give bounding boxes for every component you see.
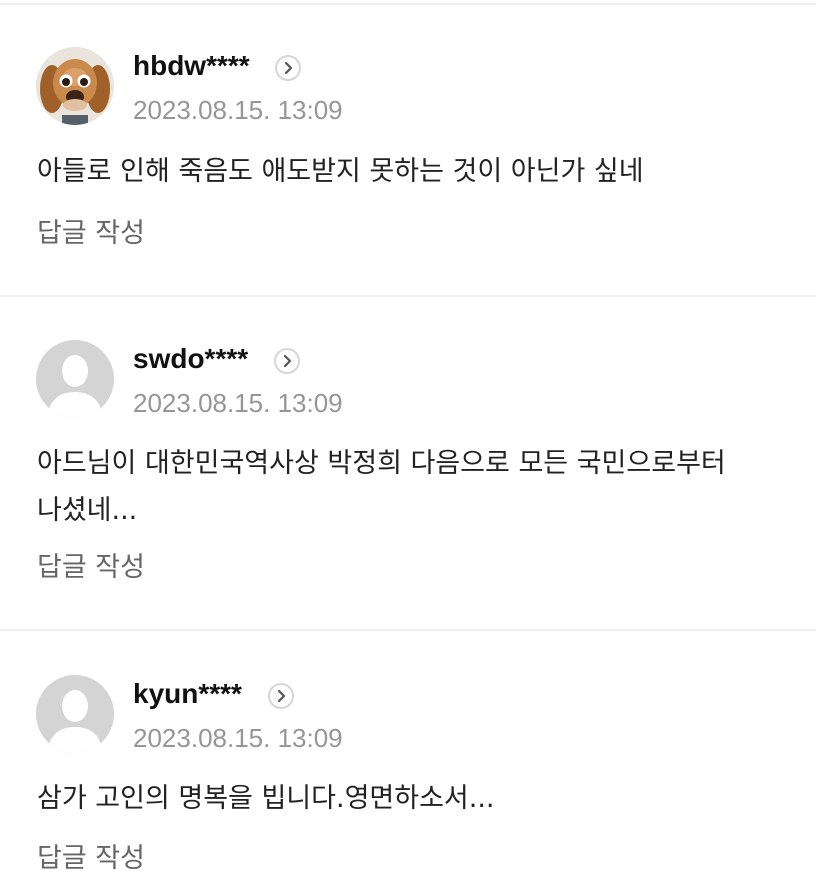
divider: [0, 629, 816, 631]
user-silhouette-icon: [36, 675, 114, 753]
comment-item: swdo**** 2023.08.15. 13:09 아드님이 대한민국역사상 …: [0, 340, 816, 610]
default-avatar[interactable]: [36, 675, 114, 753]
user-silhouette-icon: [36, 340, 114, 418]
chevron-right-icon: [283, 354, 292, 368]
username[interactable]: kyun****: [133, 677, 242, 711]
divider: [0, 295, 816, 297]
reply-button[interactable]: 답글 작성: [37, 551, 145, 585]
username[interactable]: swdo****: [133, 342, 248, 376]
comment-text: 삼가 고인의 명복을 빕니다.영면하소서...: [37, 783, 495, 814]
comment-item: hbdw**** 2023.08.15. 13:09 아들로 인해 죽음도 애도…: [0, 47, 816, 277]
default-avatar[interactable]: [36, 340, 114, 418]
comment-text: 아들로 인해 죽음도 애도받지 못하는 것이 아닌가 싶네: [37, 156, 644, 187]
reply-button[interactable]: 답글 작성: [37, 217, 145, 251]
more-button[interactable]: [268, 683, 294, 709]
chevron-right-icon: [277, 689, 286, 703]
dog-photo-icon: [36, 47, 114, 125]
comment-feed: hbdw**** 2023.08.15. 13:09 아들로 인해 죽음도 애도…: [0, 0, 816, 879]
comment-text: 아드님이 대한민국역사상 박정희 다음으로 모든 국민으로부터 나셨네...: [37, 448, 735, 526]
timestamp: 2023.08.15. 13:09: [133, 95, 343, 125]
username[interactable]: hbdw****: [133, 49, 250, 83]
more-button[interactable]: [275, 55, 301, 81]
chevron-right-icon: [284, 61, 293, 75]
divider: [0, 3, 816, 5]
timestamp: 2023.08.15. 13:09: [133, 723, 343, 753]
reply-button[interactable]: 답글 작성: [37, 842, 145, 876]
comment-item: kyun**** 2023.08.15. 13:09 삼가 고인의 명복을 빕니…: [0, 675, 816, 879]
dog-avatar[interactable]: [36, 47, 114, 125]
timestamp: 2023.08.15. 13:09: [133, 388, 343, 418]
more-button[interactable]: [274, 348, 300, 374]
